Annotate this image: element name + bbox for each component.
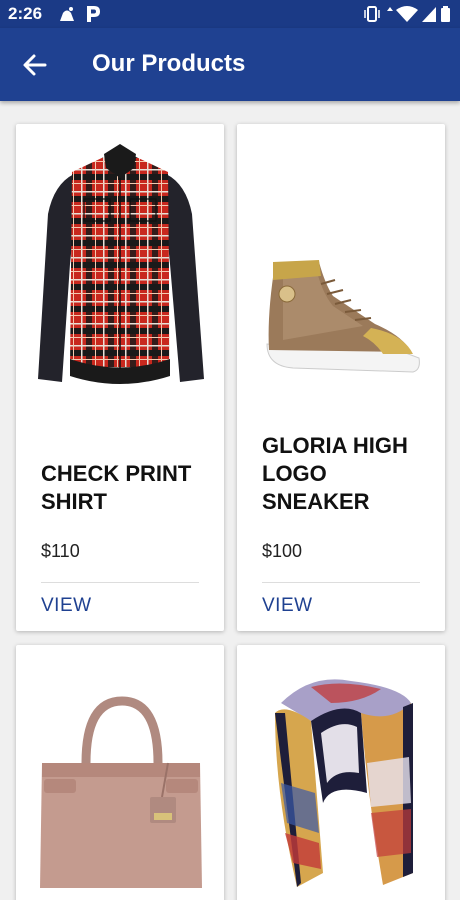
handbag-image	[40, 696, 202, 888]
arrow-left-icon	[23, 54, 47, 76]
product-price: $100	[262, 541, 303, 561]
card-divider	[41, 582, 199, 583]
notification-android-icon	[58, 5, 76, 28]
status-time: 2:26	[8, 4, 43, 23]
product-card-gloria-sneaker[interactable]: GLORIA HIGH LOGO SNEAKER $100 VIEW	[237, 124, 445, 631]
status-bar: 2:26	[0, 0, 460, 28]
status-right-icons	[364, 5, 454, 23]
product-name: CHECK PRINT SHIRT	[41, 461, 192, 514]
view-button[interactable]: VIEW	[41, 595, 92, 617]
product-card-handbag[interactable]	[16, 645, 224, 900]
page-title: Our Products	[92, 50, 246, 77]
product-card-check-print-shirt[interactable]: CHECK PRINT SHIRT $110 VIEW	[16, 124, 224, 631]
plaid-shirt-image	[38, 144, 204, 384]
view-button[interactable]: VIEW	[262, 595, 313, 617]
product-price: $110	[41, 541, 80, 561]
product-card-scarf[interactable]	[237, 645, 445, 900]
card-divider	[262, 582, 420, 583]
app-bar: Our Products	[0, 28, 460, 101]
system-status-icons	[364, 6, 450, 22]
scarf-image	[275, 679, 413, 887]
product-name: GLORIA HIGH LOGO SNEAKER	[262, 433, 408, 514]
high-top-sneaker-image	[266, 260, 420, 373]
back-button[interactable]	[18, 48, 52, 82]
parking-app-icon	[85, 5, 101, 28]
